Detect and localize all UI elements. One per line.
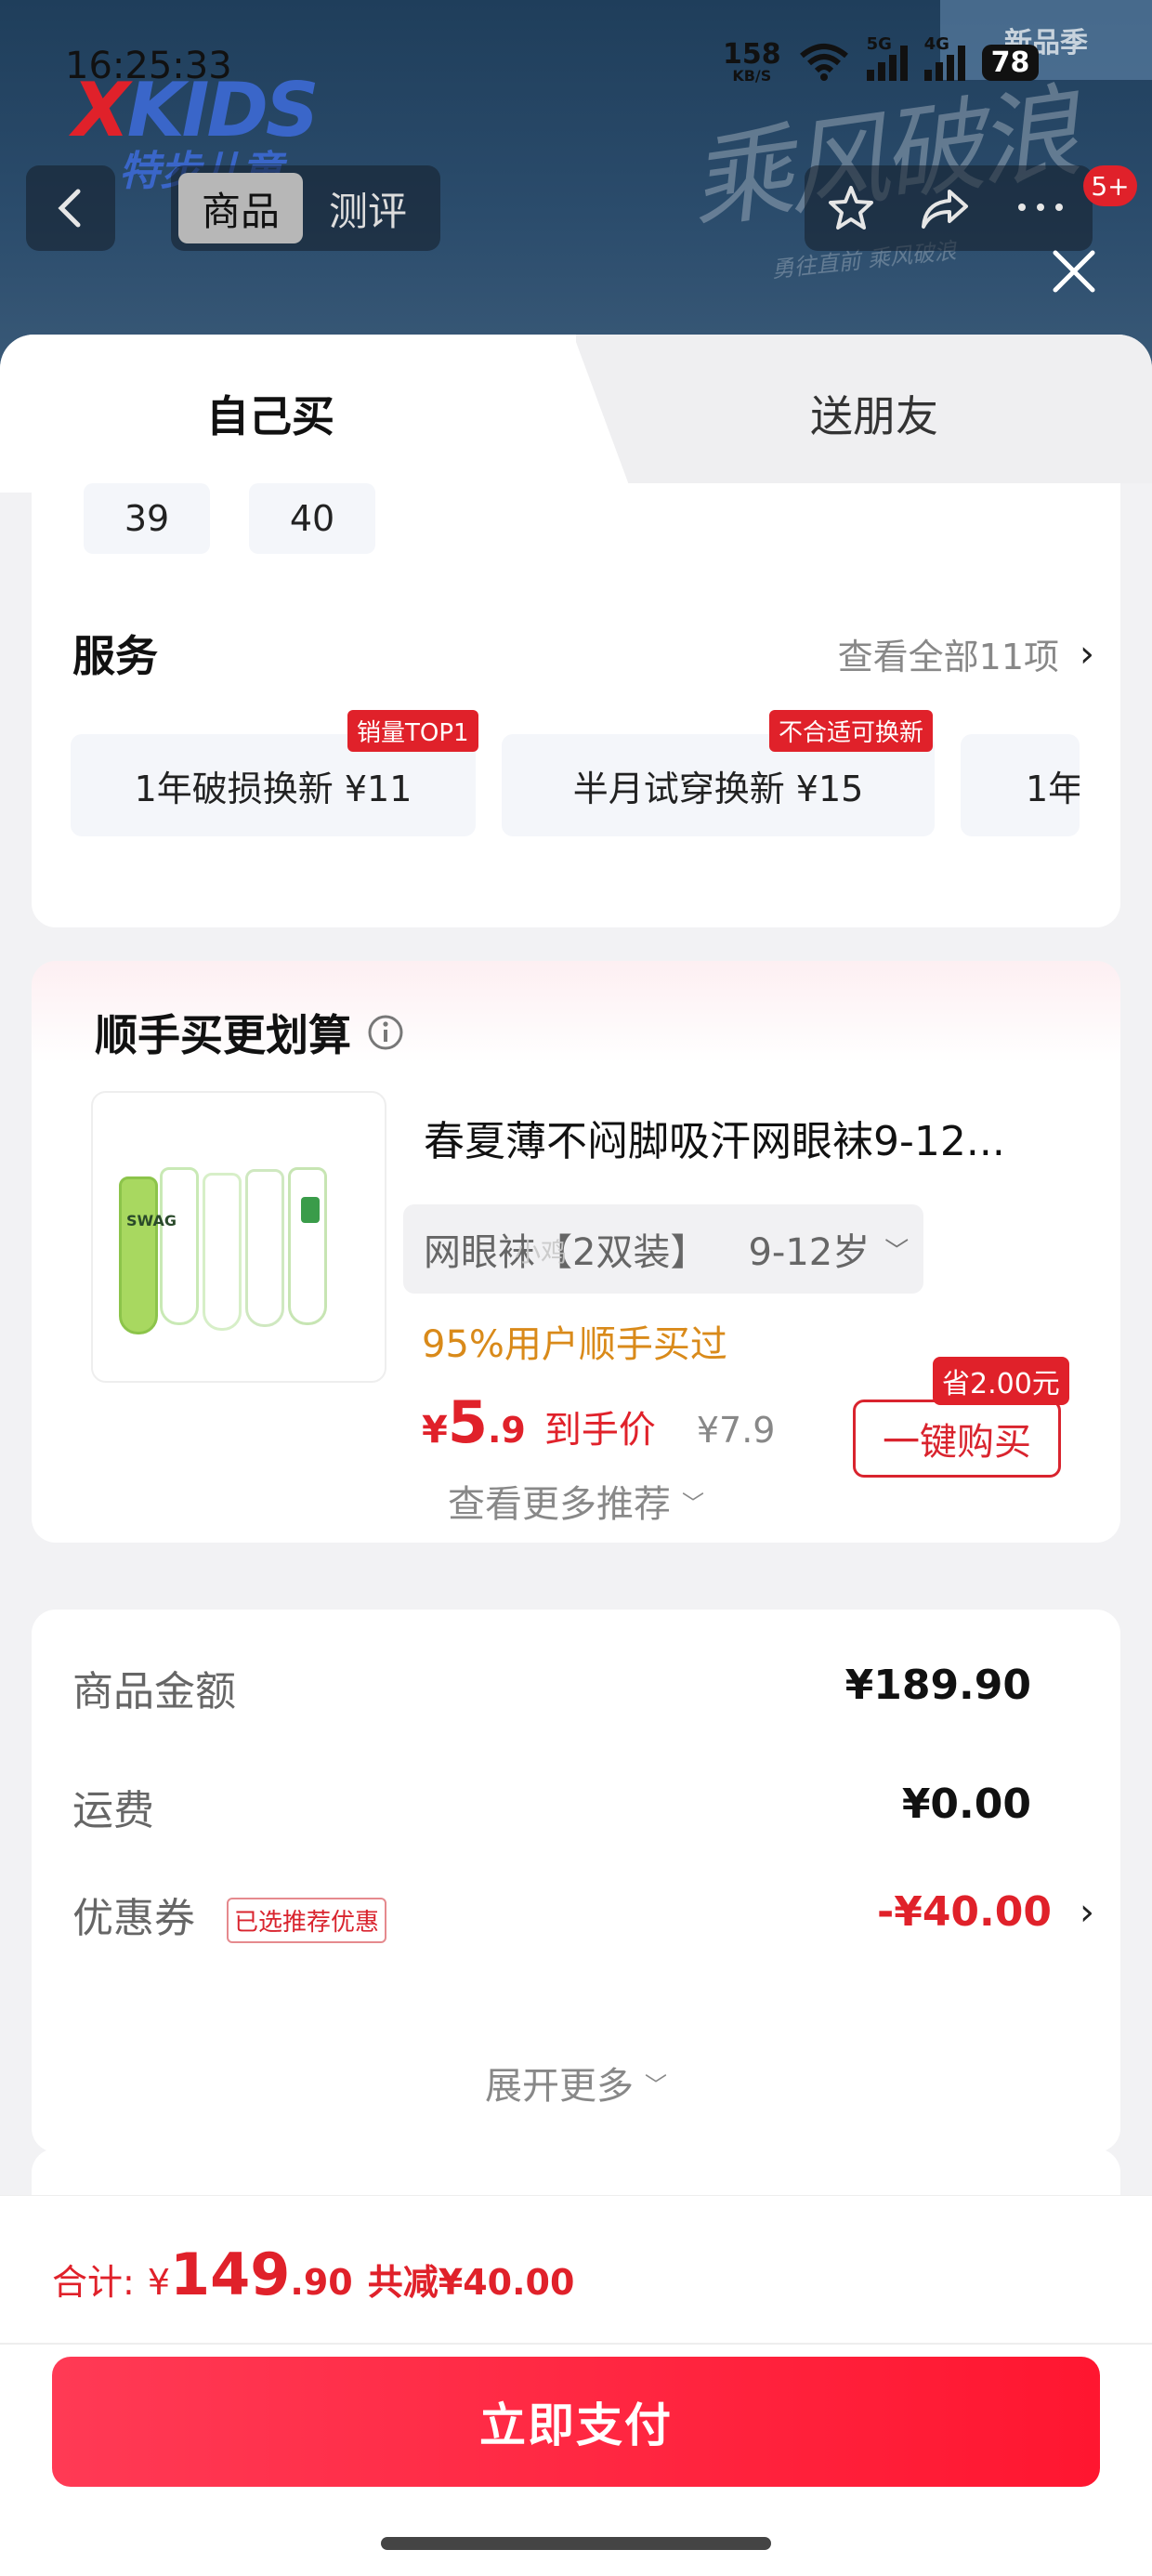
bundle-product-title[interactable]: 春夏薄不闷脚吸汗网眼袜9-12...	[424, 1108, 1005, 1167]
size-option-40[interactable]: 40	[249, 483, 375, 554]
cart-badge: 5+	[1083, 165, 1137, 206]
save-badge: 省2.00元	[933, 1357, 1069, 1405]
signal-4g: 4G	[923, 34, 965, 81]
close-icon[interactable]	[1046, 243, 1102, 299]
bundle-title-row: 顺手买更划算	[95, 1002, 405, 1063]
services-view-all[interactable]: 查看全部11项 ›	[838, 628, 1094, 679]
more-recommendations-label: 查看更多推荐	[448, 1483, 671, 1526]
tab-buy-self[interactable]: 自己买	[206, 383, 334, 444]
total-integer: 149	[170, 2241, 291, 2308]
chevron-down-icon: ﹀	[682, 1490, 704, 1517]
bundle-card: 顺手买更划算 SWAG 春夏薄不闷脚吸汗网眼袜9-12... 网眼袜【2双装】 …	[32, 961, 1120, 1543]
variant-age: 9-12岁	[748, 1231, 871, 1274]
chevron-right-icon: ›	[1080, 1890, 1094, 1934]
shipping-value: ¥0.00	[901, 1781, 1031, 1828]
wifi-icon	[799, 44, 848, 81]
chevron-right-icon: ›	[1080, 632, 1094, 676]
service-tag-top1: 销量TOP1	[347, 710, 478, 752]
service-tag-exchange: 不合适可换新	[769, 710, 934, 752]
size-option-39[interactable]: 39	[84, 483, 210, 554]
shipping-label: 运费	[72, 1787, 154, 1834]
total-decimal: .90	[290, 2262, 353, 2303]
coupon-selector[interactable]: -¥40.00 ›	[877, 1888, 1094, 1936]
info-icon[interactable]	[366, 1013, 405, 1052]
chevron-down-icon: ﹀	[884, 1237, 910, 1266]
service-option-label: 1年破损换新 ¥11	[134, 768, 412, 809]
services-view-all-label: 查看全部11项	[837, 637, 1059, 677]
order-summary-card: 商品金额 ¥189.90 运费 ¥0.00 优惠券 已选推荐优惠 -¥40.00…	[32, 1610, 1120, 2152]
total-label: 合计:	[52, 2262, 135, 2303]
tab-gift-friend[interactable]: 送朋友	[810, 383, 938, 444]
subtotal-value: ¥189.90	[844, 1662, 1031, 1709]
net-speed: 158 KB/S	[723, 38, 781, 85]
bundle-variant-selector[interactable]: 网眼袜【2双装】 9-12岁 ﹀	[403, 1204, 923, 1294]
total-discount: 共减¥40.00	[367, 2262, 575, 2303]
coupon-recommended-tag: 已选推荐优惠	[227, 1898, 387, 1943]
bundle-social-proof: 95%用户顺手买过	[422, 1323, 727, 1366]
star-icon[interactable]	[825, 182, 877, 234]
expand-more-label: 展开更多	[485, 2065, 634, 2108]
service-option-label: 半月试穿换新 ¥15	[572, 768, 864, 809]
home-indicator	[381, 2537, 771, 2550]
bundle-product-image[interactable]: SWAG	[91, 1091, 386, 1383]
service-option-3[interactable]: 1年	[961, 734, 1080, 836]
total-amount: 合计: ¥ 149 .90 共减¥40.00	[52, 2241, 575, 2308]
status-time: 16:25:33	[65, 45, 232, 87]
coupon-label: 优惠券	[72, 1895, 195, 1942]
pay-now-button[interactable]: 立即支付	[52, 2357, 1100, 2487]
service-option-label: 1年	[1026, 768, 1080, 809]
options-card: 39 40 服务 查看全部11项 › 1年破损换新 ¥11 销量TOP1 半月试…	[32, 483, 1120, 927]
status-icons: 158 KB/S 5G 4G 78	[723, 34, 1040, 85]
socks-illustration: SWAG	[119, 1167, 351, 1334]
services-title: 服务	[72, 631, 158, 681]
battery-indicator: 78	[981, 44, 1040, 81]
bundle-title: 顺手买更划算	[95, 1010, 351, 1060]
coupon-value: -¥40.00	[876, 1888, 1052, 1936]
back-button[interactable]	[26, 165, 115, 251]
signal-5g: 5G	[866, 34, 908, 81]
chevron-down-icon: ﹀	[645, 2071, 667, 2098]
bundle-price: ¥ 5 .9 到手价 ¥7.9	[422, 1388, 776, 1456]
image-watermark: 小鸡	[515, 1237, 568, 1268]
tab-review[interactable]: 测评	[303, 180, 433, 237]
more-icon[interactable]	[1011, 193, 1070, 221]
back-icon	[58, 189, 81, 228]
more-recommendations[interactable]: 查看更多推荐 ﹀	[32, 1474, 1120, 1528]
tab-product[interactable]: 商品	[178, 173, 303, 243]
expand-more[interactable]: 展开更多 ﹀	[32, 2056, 1120, 2109]
share-icon[interactable]	[916, 182, 972, 234]
product-tabs: 商品 测评	[171, 165, 440, 251]
subtotal-label: 商品金额	[72, 1668, 236, 1715]
action-group	[805, 165, 1093, 251]
one-click-buy-button[interactable]: 一键购买	[853, 1400, 1061, 1478]
